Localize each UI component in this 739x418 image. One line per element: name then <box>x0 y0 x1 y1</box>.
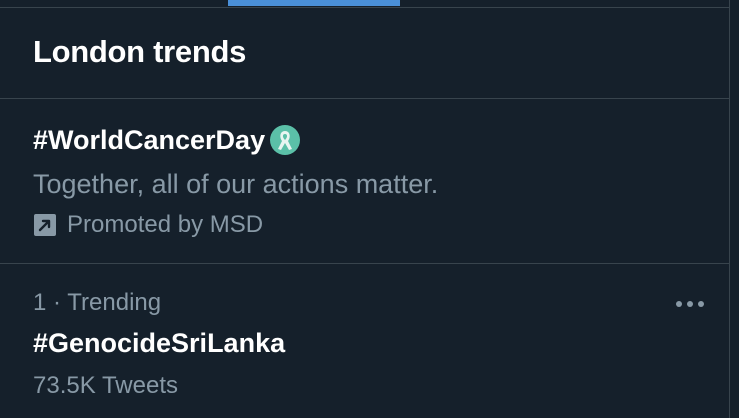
ribbon-icon <box>268 123 302 157</box>
more-icon <box>675 295 705 313</box>
trend-separator: · <box>53 289 62 316</box>
promoted-description: Together, all of our actions matter. <box>33 169 439 199</box>
trend-tweet-count: 73.5K Tweets <box>33 372 178 399</box>
active-tab-indicator <box>228 0 400 6</box>
more-button[interactable] <box>672 292 708 316</box>
promoted-by-row: Promoted by MSD <box>33 211 263 239</box>
trend-meta: 1 · Trending <box>33 289 161 317</box>
trends-header: London trends <box>0 8 729 99</box>
trend-category: Trending <box>67 289 162 316</box>
page-title: London trends <box>33 34 247 69</box>
trend-rank: 1 <box>33 289 47 316</box>
divider <box>729 0 730 418</box>
trend-item[interactable]: 1 · Trending #GenocideSriLanka 73.5K Twe… <box>0 264 729 418</box>
promoted-hashtag-row: #WorldCancerDay <box>33 123 302 157</box>
promoted-arrow-icon <box>33 213 57 237</box>
trends-panel: London trends #WorldCancerDay Together, … <box>0 0 739 418</box>
trend-name[interactable]: #GenocideSriLanka <box>33 328 285 359</box>
promoted-hashtag[interactable]: #WorldCancerDay <box>33 125 265 156</box>
promoted-by-label: Promoted by MSD <box>67 211 264 238</box>
promoted-trend[interactable]: #WorldCancerDay Together, all of our act… <box>0 99 729 264</box>
